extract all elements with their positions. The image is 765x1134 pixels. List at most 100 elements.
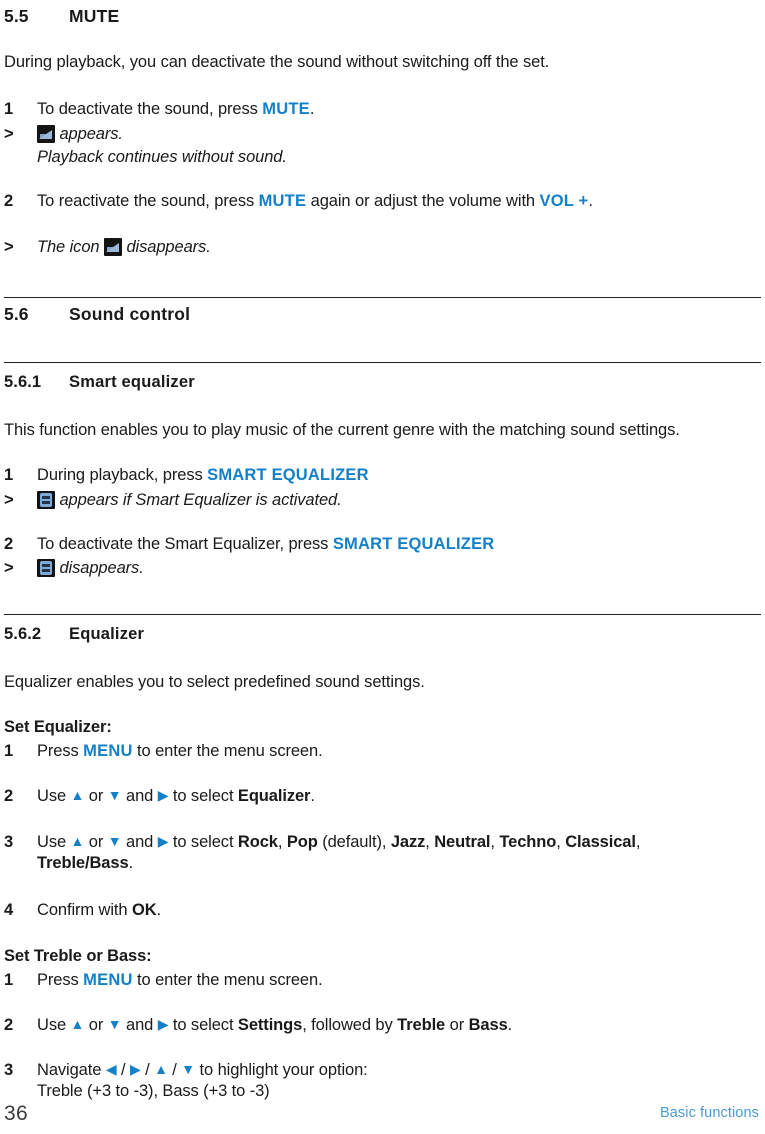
- step-period: .: [128, 854, 134, 873]
- section-divider-smart-eq: [4, 362, 761, 364]
- step-period: .: [507, 1016, 513, 1034]
- mute-result-2: > The icon disappears.: [4, 237, 761, 258]
- step-tail: to highlight your option:: [195, 1061, 368, 1079]
- section-title: Equalizer: [69, 625, 145, 643]
- arrow-up-icon: ▲: [70, 1016, 85, 1032]
- eq-option-classical: Classical: [565, 833, 636, 851]
- menu-target-bass: Bass: [468, 1016, 508, 1034]
- result-body: The icon disappears.: [37, 237, 761, 258]
- mute-result-1: > appears.: [4, 124, 761, 145]
- arrow-right-icon: ▶: [157, 833, 169, 849]
- step-marker: 2: [4, 787, 14, 805]
- step-marker: 2: [4, 192, 14, 210]
- mute-result-note: Playback continues without sound.: [37, 148, 287, 166]
- mute-step-2: 2 To reactivate the sound, press MUTE ag…: [4, 191, 761, 212]
- section-number: 5.6.1: [4, 373, 42, 391]
- arrow-left-icon: ◀: [105, 1061, 117, 1077]
- key-label-ok: OK: [131, 901, 157, 919]
- step-body: Press MENU to enter the menu screen.: [37, 741, 761, 762]
- step-text-before: To deactivate the Smart Equalizer, press: [37, 535, 333, 553]
- step-text-after: to enter the menu screen.: [132, 742, 323, 760]
- step-lead: Navigate: [37, 1061, 106, 1079]
- set-treble-bass-step-3: 3 Navigate ◀ / ▶ / ▲ / ▼ to highlight yo…: [4, 1060, 761, 1102]
- eq-option-neutral: Neutral: [434, 833, 491, 851]
- result-text: disappears.: [59, 559, 144, 577]
- step-tail: to select: [168, 833, 238, 851]
- step-body: Use ▲ or ▼ and ▶ to select Settings, fol…: [37, 1015, 761, 1036]
- step-period: .: [310, 787, 315, 805]
- step-body: To deactivate the sound, press MUTE.: [37, 99, 761, 120]
- key-label: SMART EQUALIZER: [332, 535, 495, 553]
- arrow-up-icon: ▲: [70, 833, 85, 849]
- set-treble-bass-step-2: 2 Use ▲ or ▼ and ▶ to select Settings, f…: [4, 1015, 761, 1036]
- sep-2: /: [140, 1061, 155, 1079]
- sep-3: /: [167, 1061, 182, 1079]
- arrow-right-icon: ▶: [157, 787, 169, 803]
- mute-step-1: 1 To deactivate the sound, press MUTE.: [4, 99, 761, 120]
- eq-option-jazz: Jazz: [390, 833, 426, 851]
- result-body: disappears.: [37, 558, 761, 579]
- section-heading-smart-equalizer: 5.6.1 Smart equalizer: [4, 373, 195, 392]
- sep-1: /: [116, 1061, 130, 1079]
- smart-eq-display-icon: [37, 559, 55, 577]
- result-text-before: The icon: [37, 238, 104, 256]
- step-marker: 3: [4, 833, 14, 851]
- step-text-before: Press: [37, 971, 84, 989]
- step-marker: 4: [4, 901, 14, 919]
- step-marker: 1: [4, 466, 14, 484]
- section-number: 5.6.2: [4, 625, 42, 643]
- step-text-before: During playback, press: [37, 466, 208, 484]
- eq-default-note: (default): [322, 833, 382, 851]
- step-or: or: [84, 833, 108, 851]
- step-marker: 2: [4, 1016, 14, 1034]
- result-text: appears.: [59, 125, 123, 143]
- page-number: 36: [4, 1102, 28, 1125]
- step-marker: 1: [4, 971, 14, 989]
- eq-option-techno: Techno: [499, 833, 557, 851]
- set-treble-bass-heading: Set Treble or Bass:: [4, 947, 152, 965]
- set-treble-bass-step-1: 1 Press MENU to enter the menu screen.: [4, 970, 761, 991]
- step-mid-2: , followed by: [302, 1016, 398, 1034]
- set-equalizer-step-1: 1 Press MENU to enter the menu screen.: [4, 741, 761, 762]
- section-heading-mute: 5.5 MUTE: [4, 6, 119, 27]
- menu-target-treble: Treble: [397, 1016, 446, 1034]
- key-label-2: VOL +: [539, 192, 589, 210]
- step-body: To reactivate the sound, press MUTE agai…: [37, 191, 761, 212]
- arrow-up-icon: ▲: [154, 1061, 168, 1077]
- key-label: MUTE: [258, 192, 307, 210]
- manual-page: 5.5 MUTE During playback, you can deacti…: [0, 0, 765, 1134]
- section-heading-sound-control: 5.6 Sound control: [4, 304, 190, 325]
- equalizer-intro-text: Equalizer enables you to select predefin…: [4, 673, 425, 691]
- footer-section-label: Basic functions: [659, 1105, 759, 1121]
- mute-intro-text: During playback, you can deactivate the …: [4, 53, 550, 71]
- arrow-right-icon: ▶: [157, 1016, 169, 1032]
- step-text-before: Confirm with: [37, 901, 132, 919]
- key-label: MENU: [83, 971, 133, 989]
- step-text-after: .: [309, 100, 315, 118]
- step-mid-3: or: [445, 1016, 469, 1034]
- smart-eq-step-2: 2 To deactivate the Smart Equalizer, pre…: [4, 534, 761, 555]
- key-label: SMART EQUALIZER: [207, 466, 369, 484]
- arrow-down-icon: ▼: [107, 833, 122, 849]
- result-body: appears if Smart Equalizer is activated.: [37, 490, 761, 511]
- section-number: 5.5: [4, 6, 29, 26]
- result-text: appears if Smart Equalizer is activated.: [59, 491, 342, 509]
- result-marker: >: [4, 238, 14, 256]
- step-lead: Use: [37, 1016, 71, 1034]
- step-text-after: to enter the menu screen.: [132, 971, 323, 989]
- set-equalizer-step-4: 4 Confirm with OK.: [4, 900, 761, 921]
- step-body: To deactivate the Smart Equalizer, press…: [37, 534, 761, 555]
- step-tail: to select: [168, 1016, 238, 1034]
- smart-eq-result-1: > appears if Smart Equalizer is activate…: [4, 490, 761, 511]
- result-body: appears.: [37, 124, 761, 145]
- result-text-after: disappears.: [126, 238, 211, 256]
- step-body: During playback, press SMART EQUALIZER: [37, 465, 761, 486]
- step-text-before: Press: [37, 742, 84, 760]
- step-and: and: [121, 787, 158, 805]
- step-text-before: To reactivate the sound, press: [37, 192, 259, 210]
- arrow-down-icon: ▼: [181, 1061, 196, 1077]
- set-equalizer-heading: Set Equalizer:: [4, 718, 112, 736]
- section-title: Sound control: [69, 304, 191, 324]
- eq-option-treble-bass: Treble/Bass: [37, 854, 129, 873]
- step-or: or: [84, 787, 108, 805]
